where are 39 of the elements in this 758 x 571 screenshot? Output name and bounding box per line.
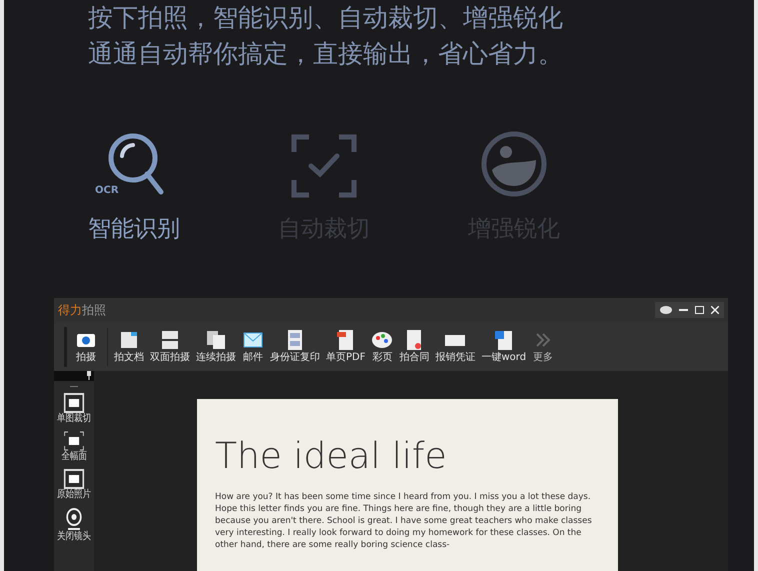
webcam-icon (64, 507, 84, 531)
close-icon[interactable] (711, 306, 719, 314)
document-icon (118, 329, 140, 351)
picture-frame-icon (64, 393, 84, 413)
toolbar-button[interactable]: 双面拍摄 (148, 329, 192, 364)
two-pages-icon (159, 329, 181, 351)
document-paragraph: How are you? It has been some time since I heard from you. I miss you a lot these days. Hope this letter finds you are fine. Things here are fine, though they are a little boring because you aren't there. School is great. I have some great teachers who make classes very interesting. I really look forward to doing my homework for these classes. On the other hand, there are some really boring science class- (215, 491, 593, 551)
toolbar-button[interactable]: 单页PDF (324, 329, 368, 364)
pin-icon[interactable] (87, 371, 91, 380)
toolbar-button[interactable]: 报销凭证 (433, 329, 478, 364)
feature-tab[interactable]: 智能识别 (88, 212, 180, 246)
app-brand: 得力 (58, 302, 82, 319)
toolbar-button[interactable]: 彩页 (369, 329, 396, 364)
headline-text: 通通自动帮你搞定，直接输出，省心省力。 (88, 38, 564, 70)
toolbar-button[interactable]: 更多 (530, 329, 556, 364)
toolbar-button[interactable]: 拍合同 (397, 329, 432, 364)
side-button[interactable]: 原始照片 (57, 469, 91, 501)
side-button[interactable]: 单图裁切 (57, 393, 91, 425)
maximize-icon[interactable] (695, 306, 704, 314)
document-title: The ideal life (215, 437, 448, 477)
side-button[interactable]: 全幅面 (61, 431, 87, 463)
headline-text: 按下拍照，智能识别、自动裁切、增强锐化 (88, 2, 564, 34)
picture-frame-icon (64, 431, 84, 451)
word-file-icon (492, 329, 515, 351)
toolbar-button[interactable]: 身份证复印 (268, 329, 322, 364)
toolbar-button[interactable]: 拍摄 (73, 329, 99, 364)
crop-check-icon (291, 134, 357, 198)
palette-icon (371, 329, 394, 351)
app-title: 拍照 (82, 302, 106, 319)
toolbar-button[interactable]: 一键word (479, 329, 528, 364)
picture-frame-icon (64, 469, 84, 489)
chat-icon[interactable] (660, 306, 672, 314)
toolbar-button[interactable]: 连续拍摄 (194, 329, 238, 364)
landscape-circle-icon (480, 130, 548, 198)
side-button[interactable]: 关闭镜头 (57, 507, 91, 543)
toolbar-button[interactable]: 拍文档 (112, 329, 146, 364)
toolbar-button[interactable]: 邮件 (240, 329, 266, 364)
stacked-pages-icon (205, 329, 227, 351)
ocr-label: OCR (95, 184, 119, 198)
